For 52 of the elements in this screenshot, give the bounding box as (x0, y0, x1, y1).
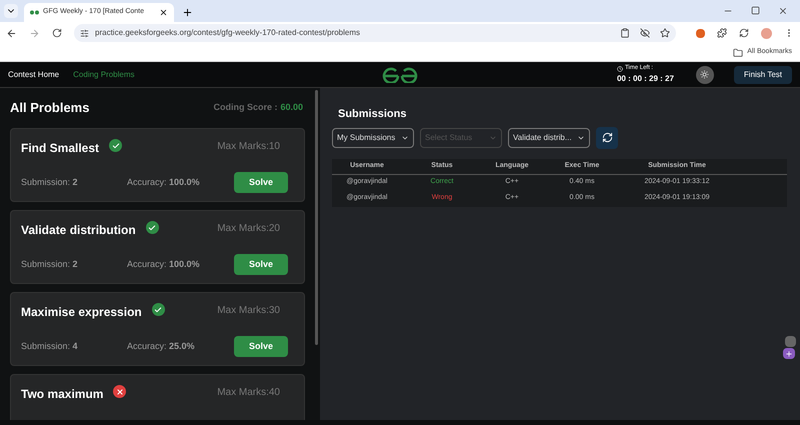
back-icon[interactable] (6, 28, 17, 38)
solve-button[interactable]: Solve (234, 254, 288, 275)
address-bar[interactable]: practice.geeksforgeeks.org/contest/gfg-weekly-170-rated-contest/problems (74, 24, 676, 42)
puzzle-icon[interactable] (717, 28, 727, 38)
site-info-icon[interactable] (80, 28, 89, 38)
section-title: Submissions (338, 107, 408, 122)
score-label: Coding Score : (213, 101, 278, 114)
finish-test-button[interactable]: Finish Test (734, 66, 792, 84)
problem-title[interactable]: Maximise expression (21, 303, 142, 321)
countdown-timer: 00 : 00 : 29 : 27 (616, 73, 674, 85)
problem-title[interactable]: Two maximum (21, 385, 104, 403)
solve-button[interactable]: Solve (234, 172, 288, 193)
plus-icon[interactable] (783, 348, 795, 359)
theme-toggle[interactable] (696, 66, 714, 84)
clock-icon (616, 66, 623, 72)
clipboard-icon[interactable] (620, 28, 630, 38)
scrollbar[interactable] (315, 90, 318, 345)
submission-count: Submission: 2 (21, 176, 79, 189)
eye-off-icon[interactable] (640, 28, 650, 38)
submission-count: Submission: 4 (21, 340, 79, 353)
accuracy: Accuracy: 25.0% (127, 340, 195, 353)
refresh-button[interactable] (596, 126, 618, 148)
tab-list-icon[interactable] (4, 4, 18, 18)
accuracy: Accuracy: 100.0% (127, 176, 200, 189)
logo-icon (382, 67, 418, 83)
problem-title[interactable]: Validate distribution (21, 221, 136, 239)
maximize-icon[interactable] (751, 6, 760, 15)
star-icon[interactable] (660, 28, 670, 38)
reload-icon[interactable] (52, 28, 62, 38)
sync-icon[interactable] (739, 28, 749, 38)
favicon-icon (30, 10, 39, 15)
nav-link[interactable]: Contest Home (8, 68, 60, 80)
filter-dropdown[interactable]: Validate distrib... (508, 128, 590, 148)
solve-button[interactable]: Solve (234, 336, 288, 357)
refresh-icon (602, 132, 612, 143)
max-marks: Max Marks:20 (217, 222, 280, 236)
folder-icon (733, 48, 744, 58)
score-value: 60.00 (280, 101, 303, 114)
accuracy: Accuracy: 100.0% (127, 258, 200, 271)
sun-icon (700, 70, 710, 79)
max-marks: Max Marks:30 (217, 304, 280, 318)
close-icon[interactable] (778, 6, 788, 16)
extension-icon[interactable] (696, 28, 705, 38)
max-marks: Max Marks:40 (217, 386, 280, 400)
new-tab-icon[interactable] (182, 7, 193, 18)
close-icon[interactable] (159, 8, 168, 17)
submission-count: Submission: 2 (21, 258, 79, 271)
panel-title: All Problems (10, 99, 90, 118)
filter-dropdown[interactable]: My Submissions (332, 128, 414, 148)
max-marks: Max Marks:10 (217, 140, 280, 154)
nav-link[interactable]: Coding Problems (73, 68, 135, 80)
problem-title[interactable]: Find Smallest (21, 139, 100, 157)
